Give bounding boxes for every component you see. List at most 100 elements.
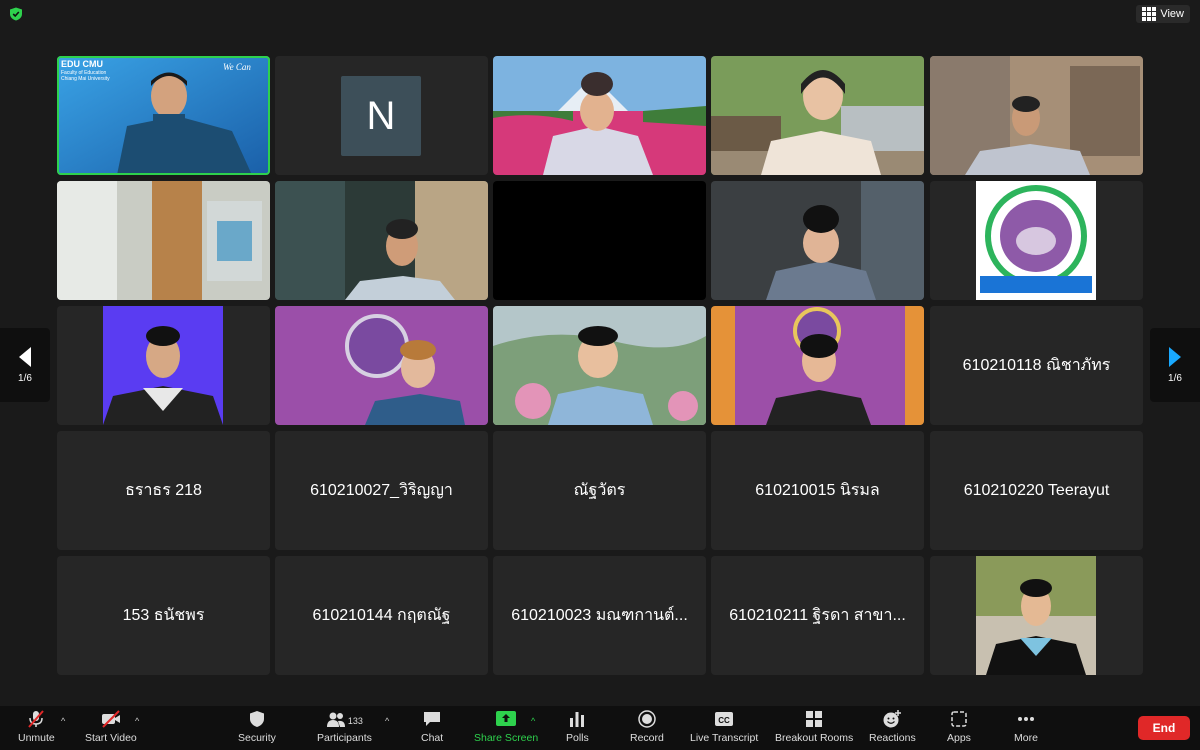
more-button[interactable]: More [1014,710,1038,748]
security-label: Security [238,732,276,744]
banner-tag: We Can [223,62,251,72]
grid-view-icon [1142,7,1157,21]
video-tile[interactable] [57,181,270,300]
video-tile[interactable] [57,306,270,425]
apps-icon [951,711,967,727]
record-label: Record [630,732,664,744]
people-icon [326,712,345,727]
chat-icon [424,712,441,726]
video-tile[interactable] [275,306,488,425]
participant-video [275,306,488,425]
participant-name: 610210118 ณิชาภัทร [962,357,1111,374]
reactions-button[interactable]: Reactions [869,710,916,748]
share-options-caret[interactable]: ^ [531,716,535,726]
participant-name-tile[interactable]: 610210220 Teerayut [930,431,1143,550]
video-tile[interactable] [711,306,924,425]
video-tile[interactable] [275,181,488,300]
polls-button[interactable]: Polls [566,710,589,748]
video-tile[interactable] [711,181,924,300]
video-tile-host[interactable]: EDU CMU Faculty of Education Chiang Mai … [57,56,270,175]
participant-name: 610210144 กฤตณัฐ [312,607,451,624]
apps-label: Apps [947,732,971,744]
participant-name-tile[interactable]: 610210144 กฤตณัฐ [275,556,488,675]
participant-name-tile[interactable]: 610210211 ฐิรดา สาขา... [711,556,924,675]
participant-name-tile[interactable]: ณัฐวัตร [493,431,706,550]
camera-off-icon [101,710,120,728]
smiley-icon [883,710,902,728]
page-indicator: 1/6 [1168,372,1182,384]
participant-photo [103,306,223,425]
unmute-button[interactable]: Unmute [18,710,55,748]
video-tile[interactable] [711,56,924,175]
video-tile[interactable] [493,306,706,425]
shield-icon [249,711,264,727]
participants-button[interactable]: 133 Participants [317,710,372,748]
breakout-rooms-icon [806,711,823,727]
apps-button[interactable]: Apps [947,710,971,748]
participant-video [493,306,706,425]
view-label: View [1160,8,1184,20]
video-tile[interactable] [493,56,706,175]
security-button[interactable]: Security [238,710,276,748]
breakout-rooms-button[interactable]: Breakout Rooms [775,710,853,748]
unmute-label: Unmute [18,732,55,744]
share-screen-label: Share Screen [474,732,539,744]
participant-video [711,181,924,300]
participant-name-tile[interactable]: 610210023 มณฑกานต์... [493,556,706,675]
participant-name-tile[interactable]: 153 ธนัชพร [57,556,270,675]
video-tile[interactable] [930,181,1143,300]
participant-name: 610210015 นิรมล [755,482,880,499]
polls-icon [570,712,585,727]
participant-name-tile[interactable]: ธราธร 218 [57,431,270,550]
participant-video [493,56,706,175]
participant-name: 610210027_วิริญญา [310,482,453,499]
closed-caption-icon: CC [715,712,734,726]
participant-name: 610210211 ฐิรดา สาขา... [729,607,906,624]
shield-check-icon[interactable] [9,7,23,21]
polls-label: Polls [566,732,589,744]
start-video-button[interactable]: Start Video [85,710,137,748]
participant-photo [976,556,1096,675]
chat-label: Chat [421,732,444,744]
participant-name-tile[interactable]: 610210027_วิริญญา [275,431,488,550]
participant-name: ธราธร 218 [125,482,202,499]
participant-video [711,306,924,425]
arrow-right-icon [1169,346,1181,367]
banner-subtitle-2: Chiang Mai University [61,76,110,82]
participant-name-tile[interactable]: 610210015 นิรมล [711,431,924,550]
participant-name: 153 ธนัชพร [122,607,205,624]
more-label: More [1014,732,1038,744]
avatar: N [341,76,421,156]
page-indicator: 1/6 [18,372,32,384]
next-page-button[interactable]: 1/6 [1150,328,1200,402]
participants-label: Participants [317,732,372,744]
mic-muted-icon [28,710,45,728]
participants-icon-group: 133 [326,710,363,732]
breakout-rooms-label: Breakout Rooms [775,732,854,744]
reactions-label: Reactions [869,732,916,744]
video-options-caret[interactable]: ^ [135,716,139,726]
participant-name: ณัฐวัตร [573,482,626,499]
share-screen-button[interactable]: Share Screen [474,710,538,748]
video-tile-black[interactable] [493,181,706,300]
participant-name-tile[interactable]: 610210118 ณิชาภัทร [930,306,1143,425]
view-button[interactable]: View [1136,5,1190,23]
participants-options-caret[interactable]: ^ [385,716,389,726]
audio-options-caret[interactable]: ^ [61,716,65,726]
live-transcript-label: Live Transcript [690,732,759,744]
previous-page-button[interactable]: 1/6 [0,328,50,402]
record-button[interactable]: Record [630,710,664,748]
more-dots-icon [1017,717,1034,721]
participant-video [275,181,488,300]
meeting-toolbar: Unmute ^ Start Video ^ Security 133 Part… [0,706,1200,750]
live-transcript-button[interactable]: CC Live Transcript [690,710,758,748]
video-tile[interactable] [930,56,1143,175]
video-tile-avatar[interactable]: N [275,56,488,175]
start-video-label: Start Video [85,732,137,744]
video-tile[interactable] [930,556,1143,675]
participants-count: 133 [347,716,363,726]
chat-button[interactable]: Chat [421,710,443,748]
arrow-left-icon [19,346,31,367]
participant-video [711,56,924,175]
end-meeting-button[interactable]: End [1138,716,1190,740]
